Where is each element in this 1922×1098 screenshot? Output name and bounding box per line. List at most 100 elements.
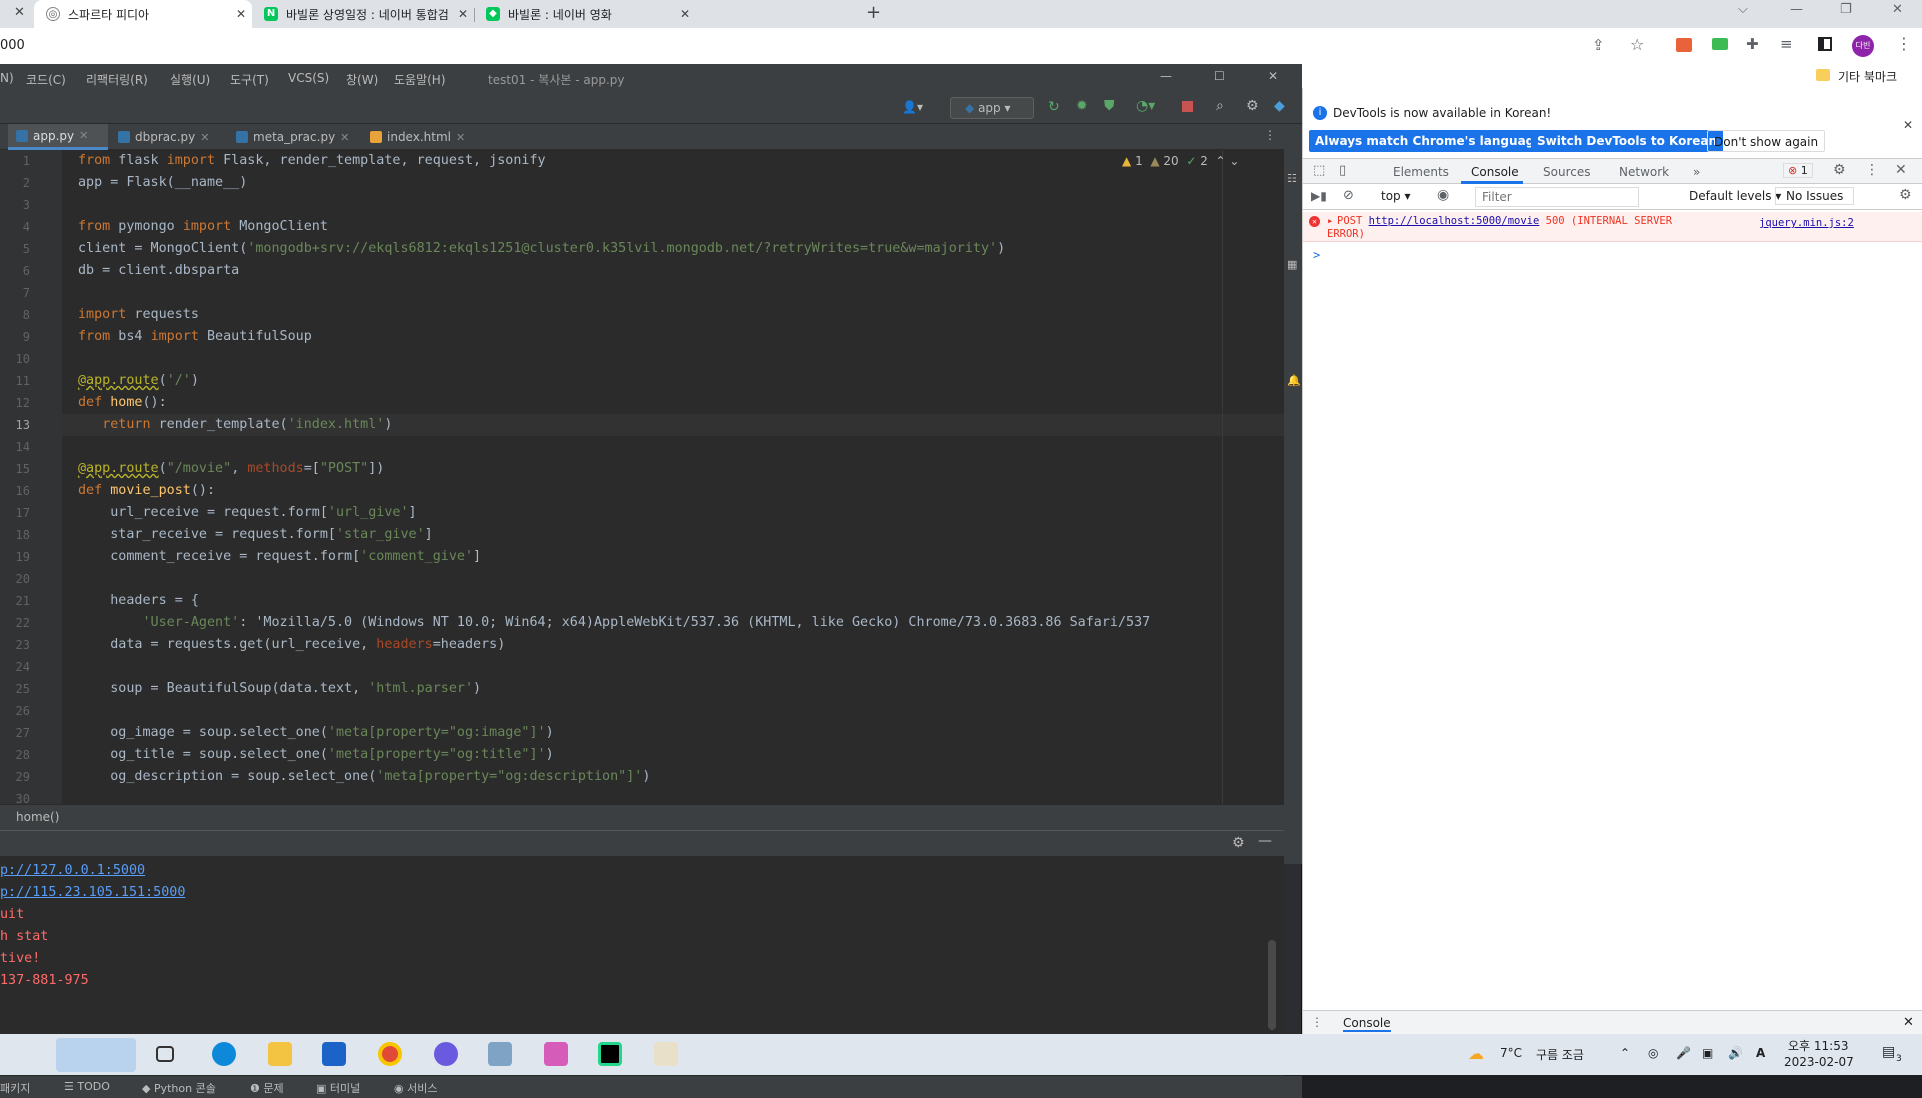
console-scrollbar[interactable] xyxy=(1268,940,1276,1030)
notifications-icon[interactable]: 🔔 xyxy=(1287,374,1301,387)
tab-sources[interactable]: Sources xyxy=(1543,165,1590,179)
extension-green-icon[interactable] xyxy=(1712,38,1728,50)
profile-icon[interactable]: ◔▾ xyxy=(1136,98,1155,114)
inspect-element-icon[interactable]: ⬚ xyxy=(1313,163,1325,178)
code-line[interactable]: soup = BeautifulSoup(data.text, 'html.pa… xyxy=(78,678,481,700)
console-url-link[interactable]: p://127.0.0.1:5000 xyxy=(0,860,145,882)
search-icon[interactable]: ⌕ xyxy=(1216,98,1224,114)
editor-tab-app-py[interactable]: app.py ✕ xyxy=(8,124,108,150)
code-line[interactable]: data = requests.get(url_receive, headers… xyxy=(78,634,505,656)
browser-tab[interactable]: N 바빌론 상영일정 : 네이버 통합검 ✕ xyxy=(256,0,474,28)
run-hide-icon[interactable]: — xyxy=(1258,833,1272,849)
ime-indicator[interactable]: A xyxy=(1756,1046,1765,1060)
rerun-icon[interactable]: ↻ xyxy=(1048,99,1060,115)
code-line[interactable]: client = MongoClient('mongodb+srv://ekql… xyxy=(78,238,1005,260)
coverage-icon[interactable]: ⛊ xyxy=(1104,98,1115,114)
code-line[interactable]: def movie_post(): xyxy=(78,480,215,502)
dont-show-again-button[interactable]: Don't show again xyxy=(1707,130,1826,152)
share-icon[interactable]: ⇪ xyxy=(1592,36,1605,54)
database-icon[interactable]: ☷ xyxy=(1287,172,1297,185)
sidebar-toggle-icon[interactable]: ▶▮ xyxy=(1311,189,1327,203)
prev-highlight-icon[interactable]: ⌃ xyxy=(1216,154,1226,168)
more-tabs-icon[interactable]: » xyxy=(1693,165,1700,179)
menu-item-code[interactable]: 코드(C) xyxy=(26,71,66,88)
stop-icon[interactable] xyxy=(1182,101,1193,112)
issues-button[interactable]: No Issues xyxy=(1775,187,1855,205)
close-tab-icon[interactable]: ✕ xyxy=(200,131,209,144)
code-line[interactable]: from pymongo import MongoClient xyxy=(78,216,328,238)
error-source-link[interactable]: jquery.min.js:2 xyxy=(1759,217,1854,229)
menu-item-run[interactable]: 실행(U) xyxy=(170,71,210,88)
menu-item-window[interactable]: 창(W) xyxy=(346,71,378,88)
tab-close-icon[interactable]: ✕ xyxy=(680,7,690,21)
close-tab-icon[interactable]: ✕ xyxy=(456,131,465,144)
tab-close-icon[interactable]: ✕ xyxy=(458,7,468,21)
tray-chevron-icon[interactable]: ⌃ xyxy=(1620,1046,1630,1060)
address-url[interactable]: 000 xyxy=(0,38,25,53)
paint-icon[interactable] xyxy=(654,1042,678,1066)
tabs-more-icon[interactable]: ⋮ xyxy=(1264,128,1276,142)
next-highlight-icon[interactable]: ⌄ xyxy=(1229,154,1239,168)
live-expression-eye-icon[interactable]: ◉ xyxy=(1437,187,1449,203)
ide-maximize-icon[interactable]: ☐ xyxy=(1214,69,1225,83)
ide-close-icon[interactable]: ✕ xyxy=(1268,69,1278,83)
code-line[interactable]: url_receive = request.form['url_give'] xyxy=(78,502,416,524)
drawer-tab-console[interactable]: Console xyxy=(1343,1016,1391,1032)
side-panel-icon[interactable] xyxy=(1818,37,1832,51)
plugin-icon[interactable]: ◆ xyxy=(1274,98,1285,114)
new-tab-icon[interactable]: + xyxy=(866,2,881,23)
expand-triangle-icon[interactable]: ▸ xyxy=(1327,215,1333,227)
log-levels-select[interactable]: Default levels ▾ xyxy=(1689,189,1781,203)
device-toolbar-icon[interactable]: ▯ xyxy=(1339,163,1346,178)
devtools-menu-icon[interactable]: ⋮ xyxy=(1865,162,1879,178)
context-select[interactable]: top ▾ xyxy=(1381,189,1411,203)
tool-python-console[interactable]: ◆ Python 콘솔 xyxy=(142,1080,216,1096)
code-line[interactable]: @app.route("/movie", methods=["POST"]) xyxy=(78,458,384,480)
mail-icon[interactable] xyxy=(322,1042,346,1066)
code-line[interactable]: from flask import Flask, render_template… xyxy=(78,150,546,172)
run-config-select[interactable]: ◆ app ▾ xyxy=(950,97,1034,119)
tab-close-icon[interactable]: ✕ xyxy=(14,5,25,20)
menu-item-help[interactable]: 도움말(H) xyxy=(394,71,446,88)
code-line[interactable]: og_image = soup.select_one('meta[propert… xyxy=(78,722,553,744)
chrome-icon[interactable] xyxy=(378,1042,402,1066)
media-queue-icon[interactable]: ≡ xyxy=(1780,35,1793,53)
clock-date[interactable]: 2023-02-07 xyxy=(1784,1055,1854,1069)
console-prompt[interactable]: > xyxy=(1313,248,1320,262)
error-url-link[interactable]: http://localhost:5000/movie xyxy=(1369,215,1540,227)
tab-search-chevron-icon[interactable]: ⌵ xyxy=(1738,2,1748,17)
code-line[interactable]: app = Flask(__name__) xyxy=(78,172,247,194)
console-settings-gear-icon[interactable]: ⚙ xyxy=(1899,187,1912,203)
devtools-close-icon[interactable]: ✕ xyxy=(1895,162,1907,178)
code-line[interactable]: @app.route('/') xyxy=(78,370,199,392)
code-line[interactable]: import requests xyxy=(78,304,199,326)
clear-console-icon[interactable]: ⊘ xyxy=(1343,188,1354,203)
browser-tab-active[interactable]: ◎ 스파르타 피디아 ✕ xyxy=(34,0,252,28)
code-line[interactable]: comment_receive = request.form['comment_… xyxy=(78,546,481,568)
code-line[interactable]: return render_template('index.html') xyxy=(78,414,392,436)
tab-elements[interactable]: Elements xyxy=(1393,165,1449,179)
code-editor[interactable]: ▲ 1 ▲ 20 ✓ 2 ⌃ ⌄ from flask import Flask… xyxy=(62,150,1284,804)
banner-close-icon[interactable]: ✕ xyxy=(1903,118,1913,132)
code-line[interactable]: def home(): xyxy=(78,392,167,414)
drawer-close-icon[interactable]: ✕ xyxy=(1903,1015,1914,1030)
console-filter-input[interactable] xyxy=(1475,187,1639,207)
avatar[interactable]: 다빈 xyxy=(1852,35,1874,57)
weather-temp[interactable]: 7°C xyxy=(1500,1046,1522,1060)
network-icon[interactable]: ▣ xyxy=(1702,1046,1713,1060)
menu-item-tools[interactable]: 도구(T) xyxy=(230,71,269,88)
notification-icon[interactable]: ▤ xyxy=(1882,1044,1895,1060)
tab-network[interactable]: Network xyxy=(1619,165,1669,179)
sciview-icon[interactable]: ▦ xyxy=(1287,258,1297,271)
code-line[interactable]: 'User-Agent': 'Mozilla/5.0 (Windows NT 1… xyxy=(78,612,1151,634)
tool-todo[interactable]: ☰ TODO xyxy=(64,1080,110,1093)
tray-app-icon[interactable]: ◎ xyxy=(1648,1046,1658,1060)
ide-minimize-icon[interactable]: — xyxy=(1160,69,1172,83)
close-tab-icon[interactable]: ✕ xyxy=(340,131,349,144)
menu-kebab-icon[interactable]: ⋮ xyxy=(1896,34,1912,53)
close-tab-icon[interactable]: ✕ xyxy=(79,129,88,142)
extension-red-icon[interactable] xyxy=(1676,38,1692,52)
switch-to-korean-button[interactable]: Switch DevTools to Korean xyxy=(1531,130,1724,152)
inspection-widget[interactable]: ▲ 1 ▲ 20 ✓ 2 ⌃ ⌄ xyxy=(1122,154,1239,168)
bookmark-star-icon[interactable]: ☆ xyxy=(1630,35,1644,54)
